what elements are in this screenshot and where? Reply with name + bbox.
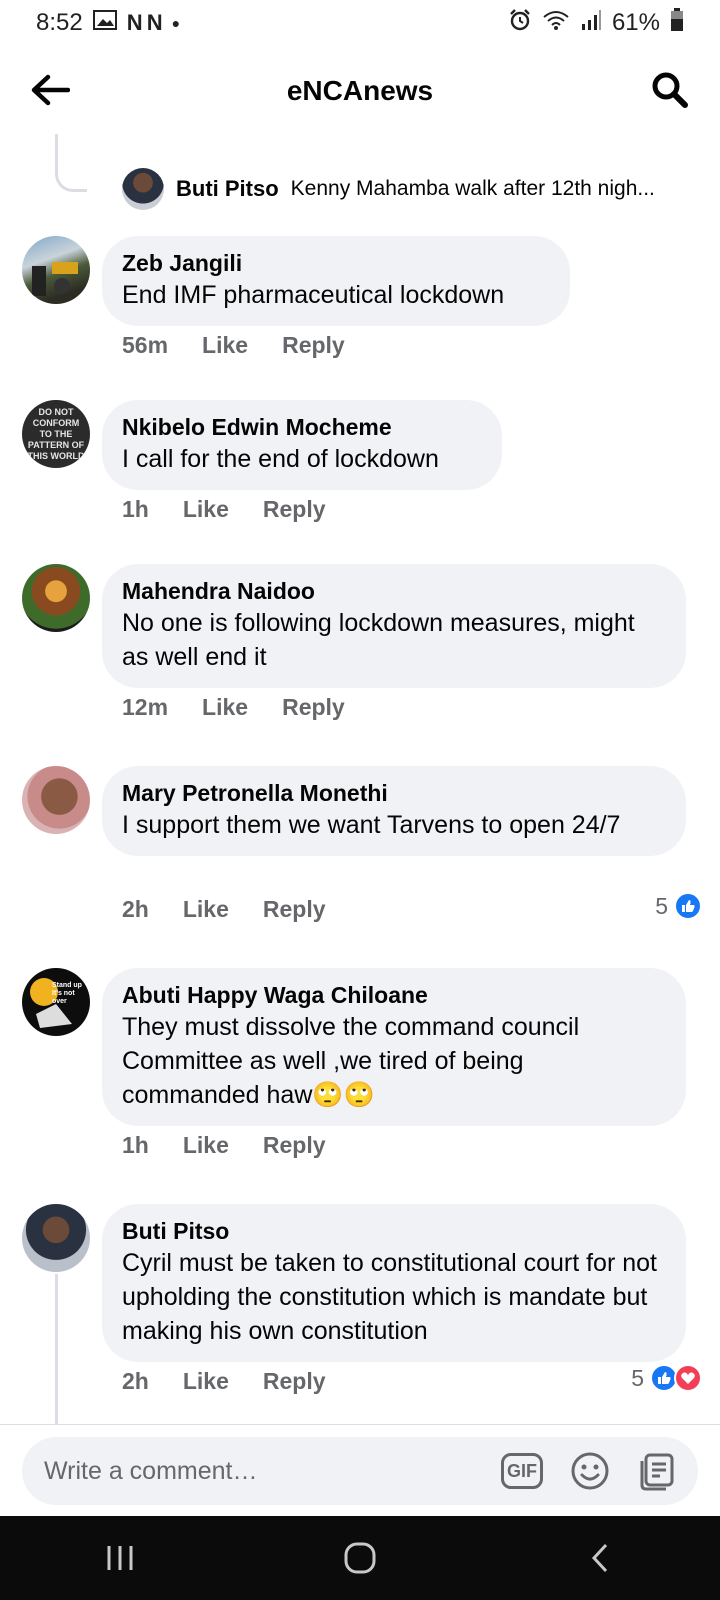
avatar-text: Stand up It's not over: [52, 982, 82, 1005]
avatar[interactable]: DO NOT CONFORM TO THE PATTERN OF THIS WO…: [22, 400, 90, 468]
comment-time[interactable]: 2h: [122, 896, 149, 923]
like-button[interactable]: Like: [183, 896, 229, 923]
reactions-summary[interactable]: 5: [655, 892, 702, 920]
comment-time[interactable]: 1h: [122, 496, 149, 523]
comment-input[interactable]: Write a comment… GIF: [22, 1437, 698, 1505]
chevron-left-icon: [591, 1543, 608, 1573]
comment-bubble[interactable]: Zeb Jangili End IMF pharmaceutical lockd…: [102, 236, 570, 326]
comment-input-placeholder[interactable]: Write a comment…: [44, 1457, 500, 1486]
comment-time[interactable]: 1h: [122, 1132, 149, 1159]
comment-bubble[interactable]: Mary Petronella Monethi I support them w…: [102, 766, 686, 856]
comment-author-name[interactable]: Zeb Jangili: [122, 248, 550, 278]
alarm-icon: [508, 8, 532, 39]
comment-actions: 2h Like Reply: [122, 1368, 326, 1395]
comment-text: I support them we want Tarvens to open 2…: [122, 811, 621, 839]
comment-author-name[interactable]: Abuti Happy Waga Chiloane: [122, 980, 666, 1010]
comment-author-name[interactable]: Mahendra Naidoo: [122, 576, 666, 606]
comment-actions: 1h Like Reply: [122, 496, 326, 523]
avatar[interactable]: [122, 168, 164, 210]
reply-button[interactable]: Reply: [263, 496, 326, 523]
news-notification-icon: N N: [126, 10, 163, 35]
home-icon: [344, 1542, 376, 1574]
comment-text: I call for the end of lockdown: [122, 445, 439, 473]
wifi-icon: [542, 9, 570, 38]
like-reaction-icon: [674, 892, 702, 920]
comment-author-name[interactable]: Nkibelo Edwin Mocheme: [122, 412, 482, 442]
reaction-count: 5: [655, 892, 668, 919]
comment-bubble[interactable]: Mahendra Naidoo No one is following lock…: [102, 564, 686, 688]
more-notifications-dot-icon: ●: [171, 15, 181, 31]
comment-time[interactable]: 56m: [122, 332, 168, 359]
avatar[interactable]: [22, 1204, 90, 1272]
comment-text: Cyril must be taken to constitutional co…: [122, 1249, 657, 1345]
comment-author-name[interactable]: Mary Petronella Monethi: [122, 778, 666, 808]
gif-icon: GIF: [501, 1453, 543, 1489]
comment-composer-bar: Write a comment… GIF: [0, 1424, 720, 1516]
reply-button[interactable]: Reply: [263, 1132, 326, 1159]
composer-tools: GIF: [500, 1449, 680, 1493]
search-button[interactable]: [648, 68, 692, 112]
comment-actions: 12m Like Reply: [122, 694, 345, 721]
comment-time[interactable]: 2h: [122, 1368, 149, 1395]
reply-button[interactable]: Reply: [282, 694, 345, 721]
app-header: eNCAnews: [0, 48, 720, 134]
comment-bubble[interactable]: Abuti Happy Waga Chiloane They must diss…: [102, 968, 686, 1126]
system-nav-bar: [0, 1516, 720, 1600]
status-left: 8:52 N N ●: [36, 9, 180, 37]
comment-time[interactable]: 12m: [122, 694, 168, 721]
avatar[interactable]: [22, 766, 90, 834]
partial-reply[interactable]: Buti Pitso Kenny Mahamba walk after 12th…: [122, 168, 702, 210]
reply-button[interactable]: Reply: [263, 896, 326, 923]
avatar-text: DO NOT CONFORM TO THE PATTERN OF THIS WO…: [27, 406, 85, 461]
reactions-summary[interactable]: 5: [631, 1364, 702, 1392]
emoji-button[interactable]: [568, 1449, 612, 1493]
recent-apps-icon: [107, 1546, 133, 1570]
gif-button[interactable]: GIF: [500, 1449, 544, 1493]
home-button[interactable]: [330, 1528, 390, 1588]
reply-button[interactable]: Reply: [263, 1368, 326, 1395]
status-time: 8:52: [36, 9, 83, 36]
reply-author-name[interactable]: Buti Pitso: [176, 176, 279, 202]
gallery-icon: [92, 9, 117, 37]
comment-actions: 56m Like Reply: [122, 332, 345, 359]
battery-icon: [670, 7, 684, 39]
comment-actions: 2h Like Reply: [122, 896, 326, 923]
comments-feed[interactable]: Buti Pitso Kenny Mahamba walk after 12th…: [0, 134, 720, 1424]
reply-button[interactable]: Reply: [282, 332, 345, 359]
avatar[interactable]: [22, 236, 90, 304]
sticker-button[interactable]: [636, 1449, 680, 1493]
like-button[interactable]: Like: [183, 1368, 229, 1395]
heart-reaction-icon: [674, 1364, 702, 1392]
like-button[interactable]: Like: [183, 1132, 229, 1159]
arrow-left-icon: [31, 74, 70, 106]
signal-icon: [580, 9, 602, 38]
comment-bubble[interactable]: Nkibelo Edwin Mocheme I call for the end…: [102, 400, 502, 490]
system-back-button[interactable]: [570, 1528, 630, 1588]
comment-text: No one is following lockdown measures, m…: [122, 609, 635, 671]
like-button[interactable]: Like: [202, 332, 248, 359]
like-button[interactable]: Like: [202, 694, 248, 721]
thread-connector: [55, 134, 87, 192]
status-bar: 8:52 N N ● 61%: [0, 0, 720, 46]
comment-bubble[interactable]: Buti Pitso Cyril must be taken to consti…: [102, 1204, 686, 1362]
thread-connector: [55, 1274, 58, 1424]
comment-actions: 1h Like Reply: [122, 1132, 326, 1159]
sticker-icon: [640, 1453, 674, 1491]
reaction-count: 5: [631, 1364, 644, 1391]
comment-author-name[interactable]: Buti Pitso: [122, 1216, 666, 1246]
battery-percent: 61%: [611, 9, 660, 36]
page-title: eNCAnews: [286, 75, 434, 106]
search-icon: [652, 72, 688, 108]
reply-text: Kenny Mahamba walk after 12th nigh...: [290, 177, 655, 200]
avatar[interactable]: Stand up It's not over: [22, 968, 90, 1036]
recent-apps-button[interactable]: [90, 1528, 150, 1588]
avatar[interactable]: [22, 564, 90, 632]
smiley-icon: [571, 1452, 609, 1490]
comment-text: End IMF pharmaceutical lockdown: [122, 281, 505, 309]
back-button[interactable]: [28, 68, 72, 112]
like-button[interactable]: Like: [183, 496, 229, 523]
comment-text: They must dissolve the command council C…: [122, 1013, 580, 1109]
status-right: 61%: [508, 7, 684, 39]
